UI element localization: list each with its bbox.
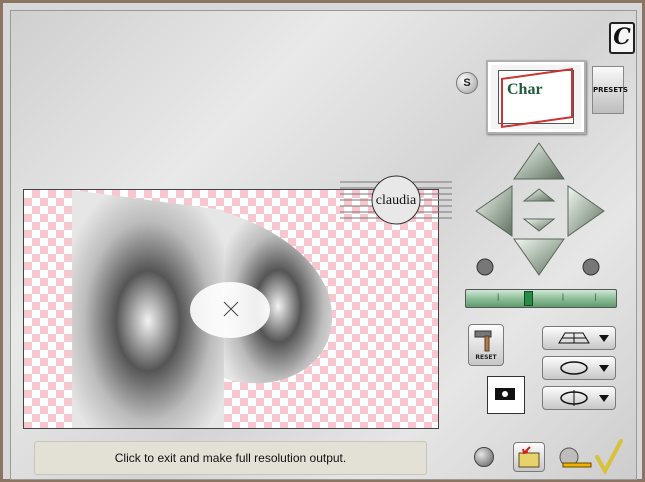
chevron-down-icon — [599, 395, 609, 402]
rotate-circle-icon — [560, 361, 588, 375]
main-panel: C S Char PRESETS | | | | RESET claudia C… — [10, 10, 637, 480]
chevron-down-icon — [599, 365, 609, 372]
preset-text: Char — [507, 81, 543, 98]
status-bar[interactable]: Click to exit and make full resolution o… — [34, 441, 427, 475]
up-arrow-icon[interactable] — [513, 142, 565, 180]
folder-export-button[interactable] — [513, 442, 545, 472]
eye-icon — [495, 388, 515, 400]
left-arrow-icon[interactable] — [475, 185, 513, 237]
grid-view-icon[interactable] — [474, 447, 494, 467]
right-arrow-icon[interactable] — [567, 185, 605, 237]
center-up-icon[interactable] — [522, 188, 556, 202]
down-arrow-icon[interactable] — [513, 238, 565, 276]
c-logo-icon[interactable]: C — [609, 22, 635, 54]
check-icon[interactable] — [595, 439, 623, 475]
grid-perspective-icon — [558, 332, 590, 344]
perspective-dropdown[interactable] — [542, 326, 616, 350]
hand-point-icon[interactable] — [557, 441, 595, 477]
hammer-icon — [474, 330, 492, 352]
presets-button[interactable]: PRESETS — [592, 66, 628, 114]
preview-toggle-button[interactable] — [487, 376, 525, 414]
watermark-text: claudia — [376, 193, 417, 208]
chevron-down-icon — [599, 335, 609, 342]
rotate-left-icon[interactable] — [476, 258, 494, 276]
rotate-right-icon[interactable] — [582, 258, 600, 276]
slider-thumb[interactable] — [524, 291, 533, 306]
folder-export-icon — [518, 446, 540, 468]
flip-circle-icon — [560, 390, 588, 406]
watermark-logo: claudia — [340, 175, 452, 225]
flip-dropdown[interactable] — [542, 386, 616, 410]
rotate-dropdown[interactable] — [542, 356, 616, 380]
zoom-slider[interactable]: | | | | — [465, 289, 617, 308]
preset-thumbnail[interactable]: Char — [486, 60, 586, 134]
preset-preview: Char — [498, 67, 574, 129]
s-button[interactable]: S — [456, 72, 478, 94]
slider-ticks: | | | | — [496, 293, 610, 301]
reset-button[interactable]: RESET — [468, 324, 504, 366]
reset-label: RESET — [475, 354, 497, 361]
center-down-icon[interactable] — [522, 218, 556, 232]
arrow-pad — [475, 142, 605, 276]
window-frame: C S Char PRESETS | | | | RESET claudia C… — [0, 0, 645, 482]
